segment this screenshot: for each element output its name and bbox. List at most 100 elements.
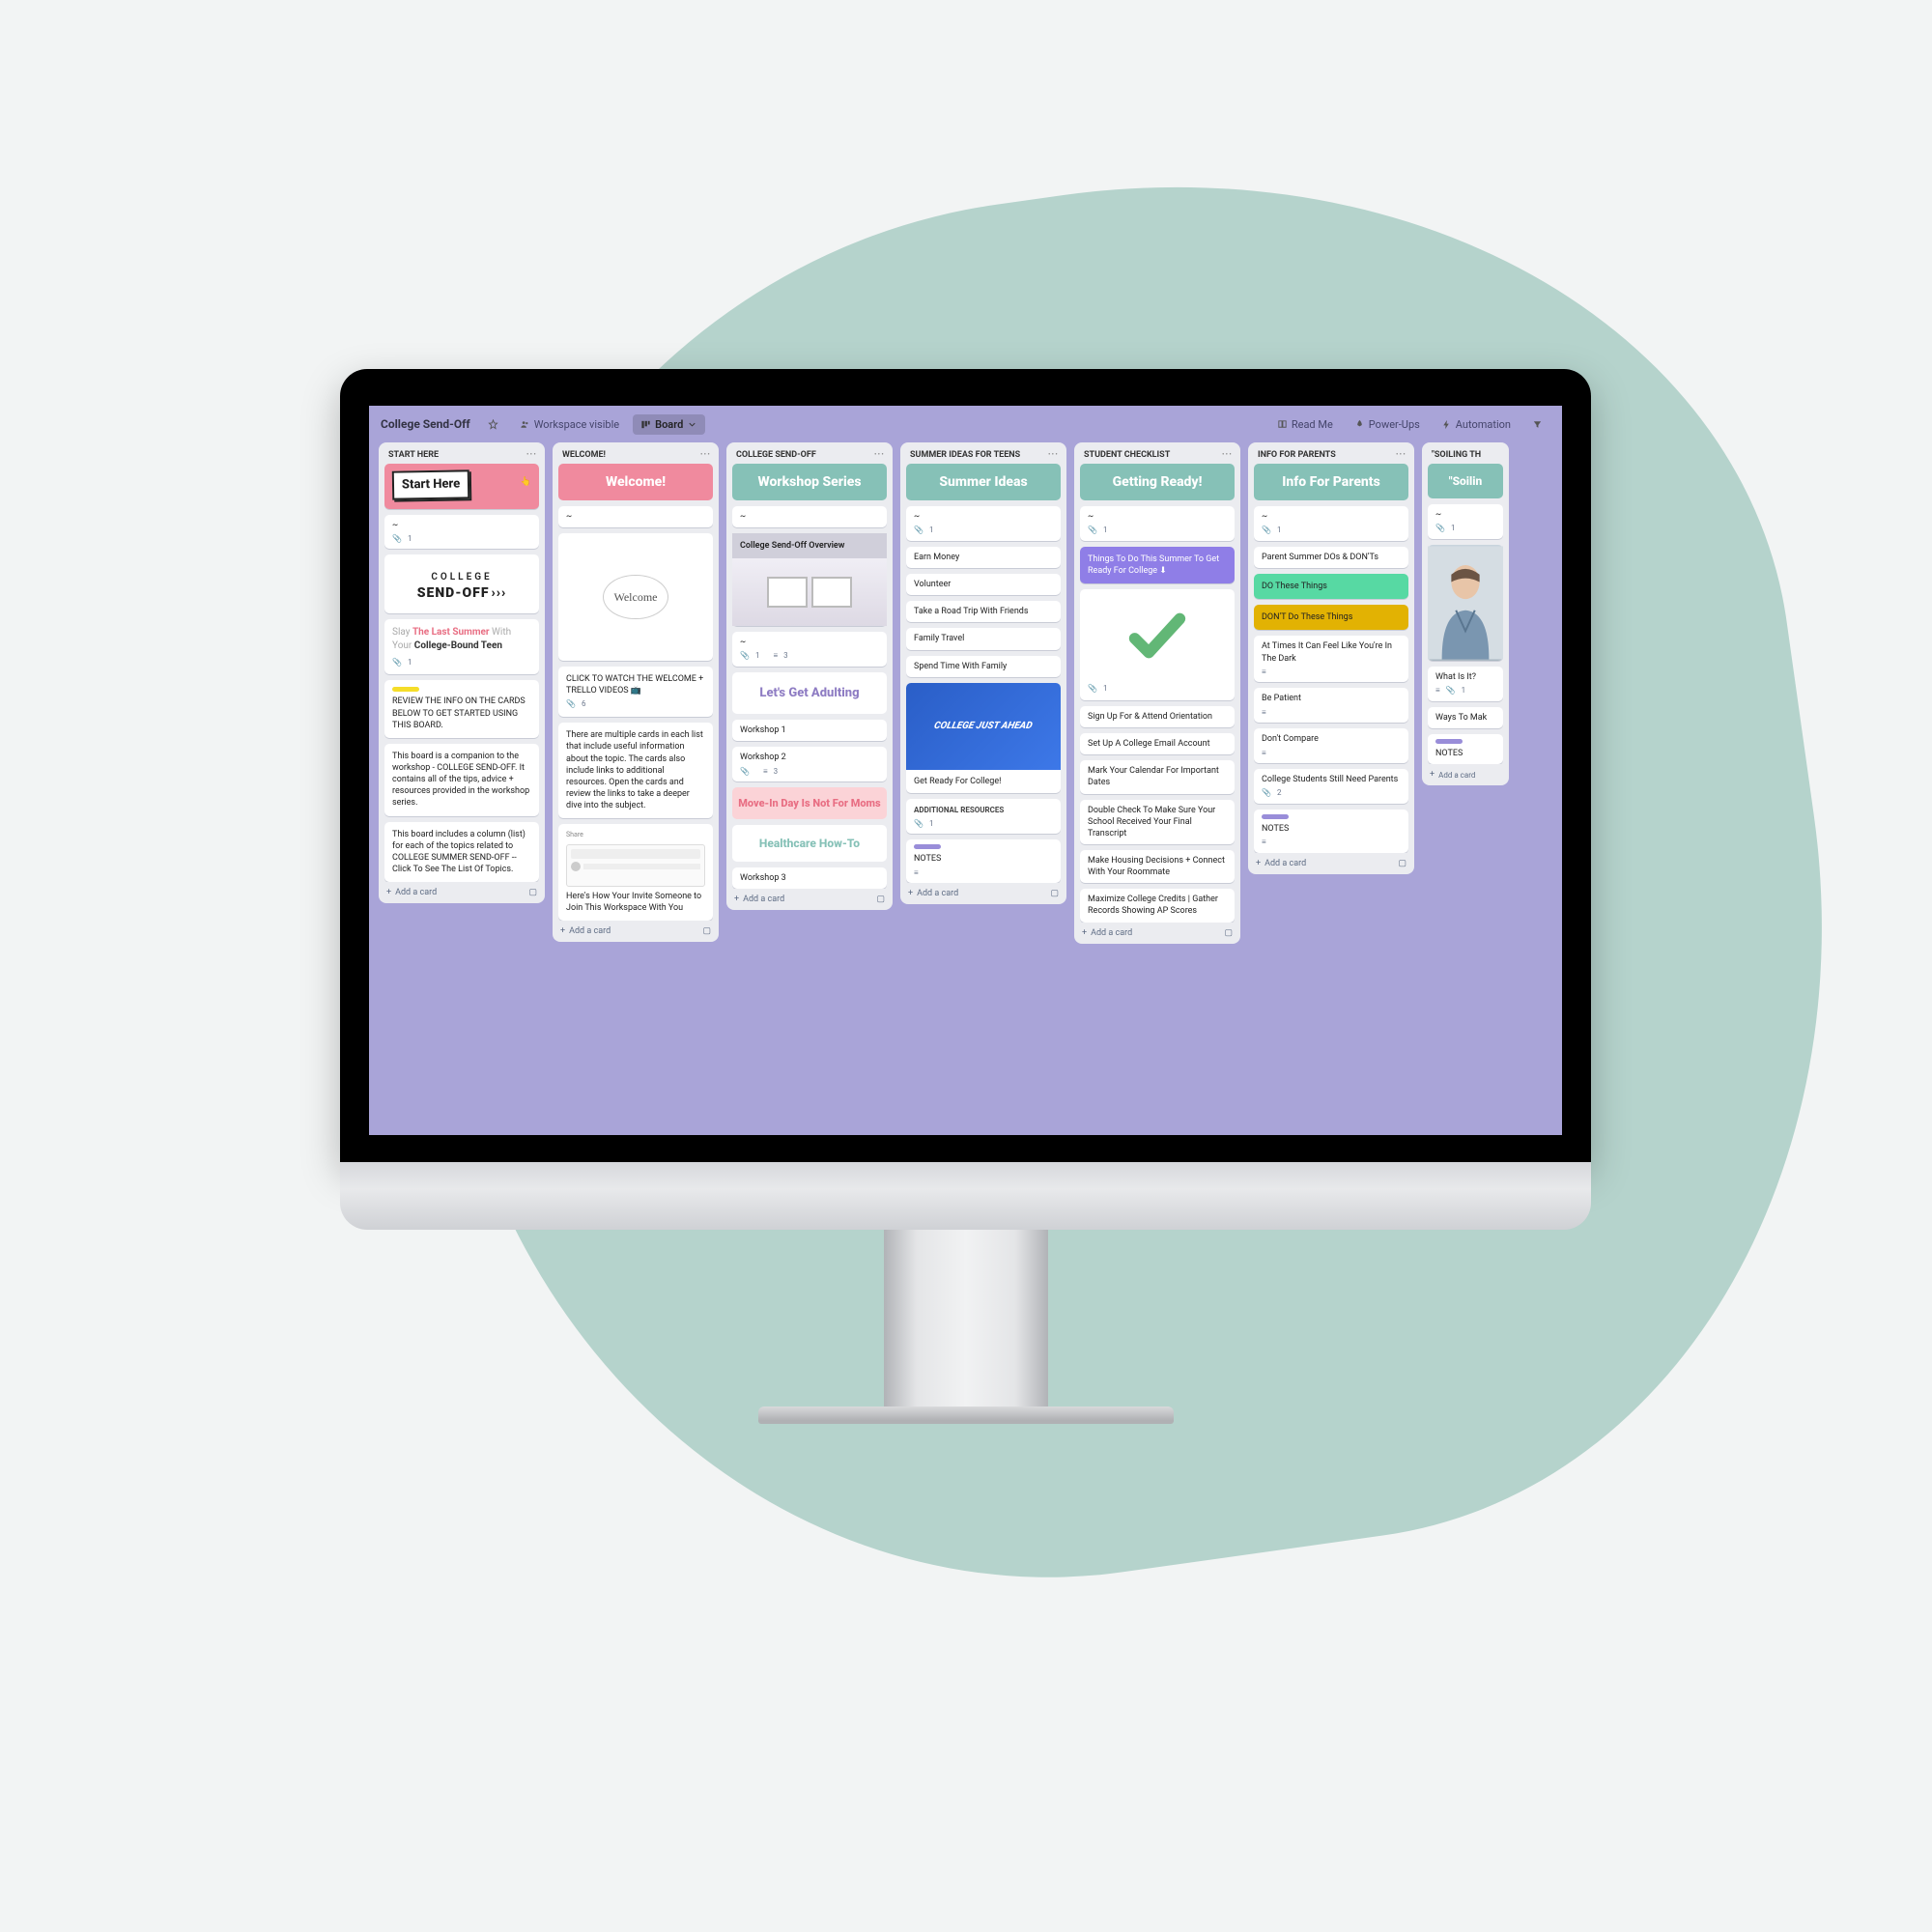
card-in-the-dark[interactable]: At Times It Can Feel Like You're In The … <box>1254 636 1408 682</box>
card-click-watch[interactable]: CLICK TO WATCH THE WELCOME + TRELLO VIDE… <box>558 667 713 717</box>
list-title[interactable]: COLLEGE SEND-OFF <box>736 450 816 460</box>
list-title[interactable]: "SOILING TH <box>1432 450 1481 460</box>
attachment-icon: 📎 <box>392 534 402 545</box>
card-be-patient[interactable]: Be Patient ≡ <box>1254 688 1408 723</box>
add-card-button[interactable]: +Add a card <box>1430 770 1475 780</box>
automation-button[interactable]: Automation <box>1434 414 1519 435</box>
card-volunteer[interactable]: Volunteer <box>906 574 1061 595</box>
add-card-button[interactable]: +Add a card <box>1256 859 1306 868</box>
card-transcript[interactable]: Double Check To Make Sure Your School Re… <box>1080 800 1235 844</box>
card-tilde[interactable]: ~ 📎1 <box>1428 504 1503 539</box>
card-notes[interactable]: NOTES ≡ <box>906 839 1061 883</box>
list-title[interactable]: STUDENT CHECKLIST <box>1084 450 1170 460</box>
card-slay-summer[interactable]: Slay The Last Summer With Your College-B… <box>384 619 539 675</box>
card-parents-banner[interactable]: Info For Parents <box>1254 464 1408 500</box>
card-tilde[interactable]: ~ 📎1 <box>1254 506 1408 541</box>
card-roadtrip[interactable]: Take a Road Trip With Friends <box>906 601 1061 622</box>
card-college-logo[interactable]: COLLEGE SEND-OFF››› <box>384 554 539 612</box>
card-soiling-banner[interactable]: "Soilin <box>1428 464 1503 498</box>
list-menu-button[interactable]: ··· <box>874 450 885 460</box>
card-template-icon[interactable]: ▢ <box>702 926 711 936</box>
star-icon <box>488 419 498 430</box>
card-tilde[interactable]: ~ 📎1 <box>906 506 1061 541</box>
card-earn-money[interactable]: Earn Money <box>906 547 1061 568</box>
card-person-image[interactable] <box>1428 545 1503 661</box>
add-card-button[interactable]: +Add a card <box>560 926 611 936</box>
card-additional-resources[interactable]: ADDITIONAL RESOURCES 📎1 <box>906 799 1061 835</box>
card-spend-time-family[interactable]: Spend Time With Family <box>906 656 1061 677</box>
card-tilde[interactable]: ~ <box>558 506 713 527</box>
list-college-sendoff: COLLEGE SEND-OFF ··· Workshop Series ~ C… <box>726 442 893 910</box>
list-title[interactable]: WELCOME! <box>562 450 606 460</box>
card-template-icon[interactable]: ▢ <box>528 888 537 897</box>
card-companion[interactable]: This board is a companion to the worksho… <box>384 744 539 816</box>
card-workshop-series-banner[interactable]: Workshop Series <box>732 464 887 500</box>
read-me-button[interactable]: Read Me <box>1269 414 1341 435</box>
card-template-icon[interactable]: ▢ <box>1398 859 1406 868</box>
card-maximize-credits[interactable]: Maximize College Credits | Gather Record… <box>1080 889 1235 922</box>
card-notes[interactable]: NOTES <box>1428 734 1503 764</box>
star-button[interactable] <box>480 415 506 434</box>
card-calendar[interactable]: Mark Your Calendar For Important Dates <box>1080 760 1235 793</box>
card-orientation[interactable]: Sign Up For & Attend Orientation <box>1080 706 1235 727</box>
description-icon: ≡ <box>763 767 768 778</box>
card-welcome-floral[interactable]: Welcome <box>558 533 713 661</box>
card-notes[interactable]: NOTES ≡ <box>1254 810 1408 853</box>
list-menu-button[interactable]: ··· <box>700 450 711 460</box>
card-checkmark[interactable]: 📎1 <box>1080 589 1235 700</box>
card-overview[interactable]: College Send-Off Overview <box>732 533 887 626</box>
card-what-is-it[interactable]: What Is It? ≡📎1 <box>1428 667 1503 701</box>
card-workshop-2[interactable]: Workshop 2 📎 ≡3 <box>732 747 887 781</box>
card-getting-ready-banner[interactable]: Getting Ready! <box>1080 464 1235 500</box>
card-tilde-1[interactable]: ~ 📎1 <box>384 515 539 550</box>
card-movein-banner[interactable]: Move-In Day Is Not For Moms <box>732 787 887 819</box>
list-title[interactable]: START HERE <box>388 450 439 460</box>
list-menu-button[interactable]: ··· <box>1396 450 1406 460</box>
label-purple <box>914 844 941 849</box>
card-dos-donts[interactable]: Parent Summer DOs & DON'Ts <box>1254 547 1408 568</box>
card-share[interactable]: Share Here's How Your Invite Someone to … <box>558 824 713 921</box>
filter-button[interactable] <box>1524 415 1550 434</box>
power-ups-button[interactable]: Power-Ups <box>1347 414 1428 435</box>
card-explain-lists[interactable]: There are multiple cards in each list th… <box>558 723 713 818</box>
add-card-button[interactable]: +Add a card <box>734 895 784 904</box>
board-icon <box>640 419 651 430</box>
card-dont-these[interactable]: DON'T Do These Things <box>1254 605 1408 630</box>
card-workshop-3[interactable]: Workshop 3 <box>732 867 887 889</box>
list-title[interactable]: SUMMER IDEAS FOR TEENS <box>910 450 1020 460</box>
card-template-icon[interactable]: ▢ <box>1224 928 1233 938</box>
card-dont-compare[interactable]: Don't Compare ≡ <box>1254 728 1408 763</box>
card-housing[interactable]: Make Housing Decisions + Connect With Yo… <box>1080 850 1235 883</box>
list-menu-button[interactable]: ··· <box>526 450 537 460</box>
card-summer-banner[interactable]: Summer Ideas <box>906 464 1061 500</box>
add-card-button[interactable]: +Add a card <box>386 888 437 897</box>
card-do-these[interactable]: DO These Things <box>1254 574 1408 599</box>
list-menu-button[interactable]: ··· <box>1222 450 1233 460</box>
overview-image <box>732 558 887 626</box>
card-review-info[interactable]: REVIEW THE INFO ON THE CARDS BELOW TO GE… <box>384 680 539 737</box>
card-tilde[interactable]: ~ 📎1 <box>1080 506 1235 541</box>
card-template-icon[interactable]: ▢ <box>1050 889 1059 898</box>
card-still-need-parents[interactable]: College Students Still Need Parents 📎2 <box>1254 769 1408 804</box>
card-things-to-do[interactable]: Things To Do This Summer To Get Ready Fo… <box>1080 547 1235 583</box>
board-view-button[interactable]: Board <box>633 414 705 435</box>
card-welcome-banner[interactable]: Welcome! <box>558 464 713 500</box>
card-tilde[interactable]: ~ <box>732 506 887 527</box>
add-card-button[interactable]: +Add a card <box>1082 928 1132 938</box>
list-menu-button[interactable]: ··· <box>1048 450 1059 460</box>
card-email-account[interactable]: Set Up A College Email Account <box>1080 733 1235 754</box>
card-healthcare-banner[interactable]: Healthcare How-To <box>732 825 887 862</box>
card-family-travel[interactable]: Family Travel <box>906 628 1061 649</box>
workspace-visibility[interactable]: Workspace visible <box>512 414 627 435</box>
card-workshop-1[interactable]: Workshop 1 <box>732 720 887 741</box>
card-includes-column[interactable]: This board includes a column (list) for … <box>384 822 539 883</box>
card-ways[interactable]: Ways To Mak <box>1428 707 1503 728</box>
card-college-ahead[interactable]: COLLEGE JUST AHEAD Get Ready For College… <box>906 683 1061 793</box>
card-template-icon[interactable]: ▢ <box>876 895 885 904</box>
board-title: College Send-Off <box>381 417 470 431</box>
list-title[interactable]: INFO FOR PARENTS <box>1258 450 1336 460</box>
card-adulting-banner[interactable]: Let's Get Adulting <box>732 672 887 714</box>
card-start-here-banner[interactable]: Start Here 👆 <box>384 464 539 509</box>
add-card-button[interactable]: +Add a card <box>908 889 958 898</box>
card-overview-meta[interactable]: ~ 📎1 ≡3 <box>732 632 887 667</box>
